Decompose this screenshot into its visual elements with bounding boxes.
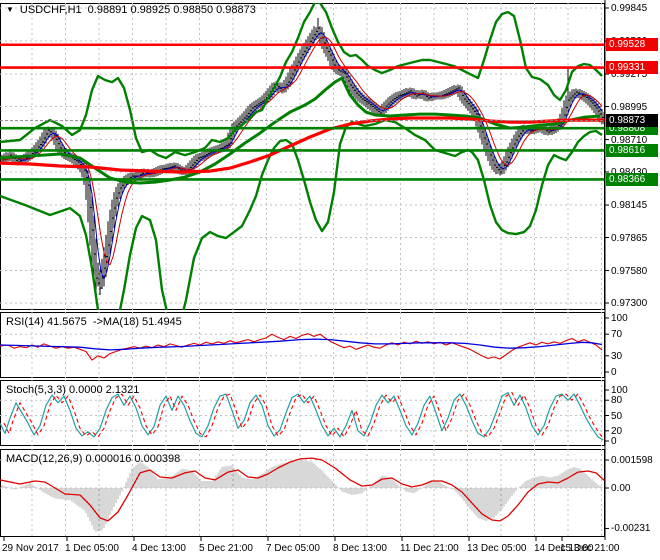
time-axis-label: 11 Dec 21:00 bbox=[400, 543, 459, 554]
macd-tick-label: -0.00231 bbox=[611, 523, 651, 535]
price-badge-current: 0.98873 bbox=[606, 114, 658, 128]
chart-plot-area[interactable] bbox=[0, 0, 660, 560]
stoch-tick-label: 0 bbox=[611, 436, 617, 447]
stoch-indicator-label: Stoch(5,3,3) 0.0000 2.1321 bbox=[6, 384, 140, 396]
time-axis-label: 15 Dec 21:00 bbox=[560, 543, 620, 554]
symbol-dropdown-icon[interactable]: ▼ bbox=[6, 5, 14, 15]
macd-tick-label: 0.001598 bbox=[611, 455, 653, 466]
stoch-tick-label: 50 bbox=[611, 410, 623, 422]
rsi-tick-label: 70 bbox=[611, 329, 623, 341]
price-tick-label: 0.99845 bbox=[611, 3, 648, 14]
time-axis-label: 5 Dec 21:00 bbox=[199, 543, 253, 554]
price-badge-resistance: 0.99331 bbox=[606, 61, 658, 75]
rsi-tick-label: 100 bbox=[611, 313, 628, 324]
price-badge-resistance: 0.99528 bbox=[606, 38, 658, 52]
time-axis-label: 13 Dec 05:00 bbox=[467, 543, 527, 554]
trading-chart-window[interactable]: ▼ USDCHF,H1 0.98891 0.98925 0.98850 0.98… bbox=[0, 0, 660, 560]
time-axis-label: 8 Dec 13:00 bbox=[333, 543, 387, 554]
stoch-tick-label: 80 bbox=[611, 395, 623, 407]
price-tick-label: 0.97865 bbox=[611, 232, 648, 244]
price-badge-support: 0.98366 bbox=[606, 172, 658, 186]
price-tick-label: 0.97300 bbox=[611, 297, 648, 309]
rsi-indicator-label: RSI(14) 41.5675 ->MA(18) 51.4945 bbox=[6, 316, 182, 328]
time-axis-label: 7 Dec 05:00 bbox=[266, 543, 320, 554]
macd-tick-label: 0.00 bbox=[611, 483, 631, 494]
price-tick-label: 0.97580 bbox=[611, 265, 648, 277]
symbol-timeframe: USDCHF,H1 bbox=[19, 4, 82, 16]
ohlc-values: 0.98891 0.98925 0.98850 0.98873 bbox=[87, 4, 256, 16]
chart-title: ▼ USDCHF,H1 0.98891 0.98925 0.98850 0.98… bbox=[6, 4, 256, 16]
time-axis-label: 1 Dec 05:00 bbox=[65, 543, 119, 554]
macd-indicator-label: MACD(12,26,9) 0.000016 0.000398 bbox=[6, 453, 181, 465]
rsi-tick-label: 30 bbox=[611, 350, 623, 362]
rsi-tick-label: 0 bbox=[611, 367, 617, 378]
time-axis-label: 29 Nov 2017 bbox=[2, 543, 59, 554]
price-badge-support: 0.98616 bbox=[606, 143, 658, 157]
time-axis-label: 4 Dec 13:00 bbox=[132, 543, 186, 554]
price-tick-label: 0.98995 bbox=[611, 101, 648, 113]
price-tick-label: 0.98145 bbox=[611, 200, 648, 212]
